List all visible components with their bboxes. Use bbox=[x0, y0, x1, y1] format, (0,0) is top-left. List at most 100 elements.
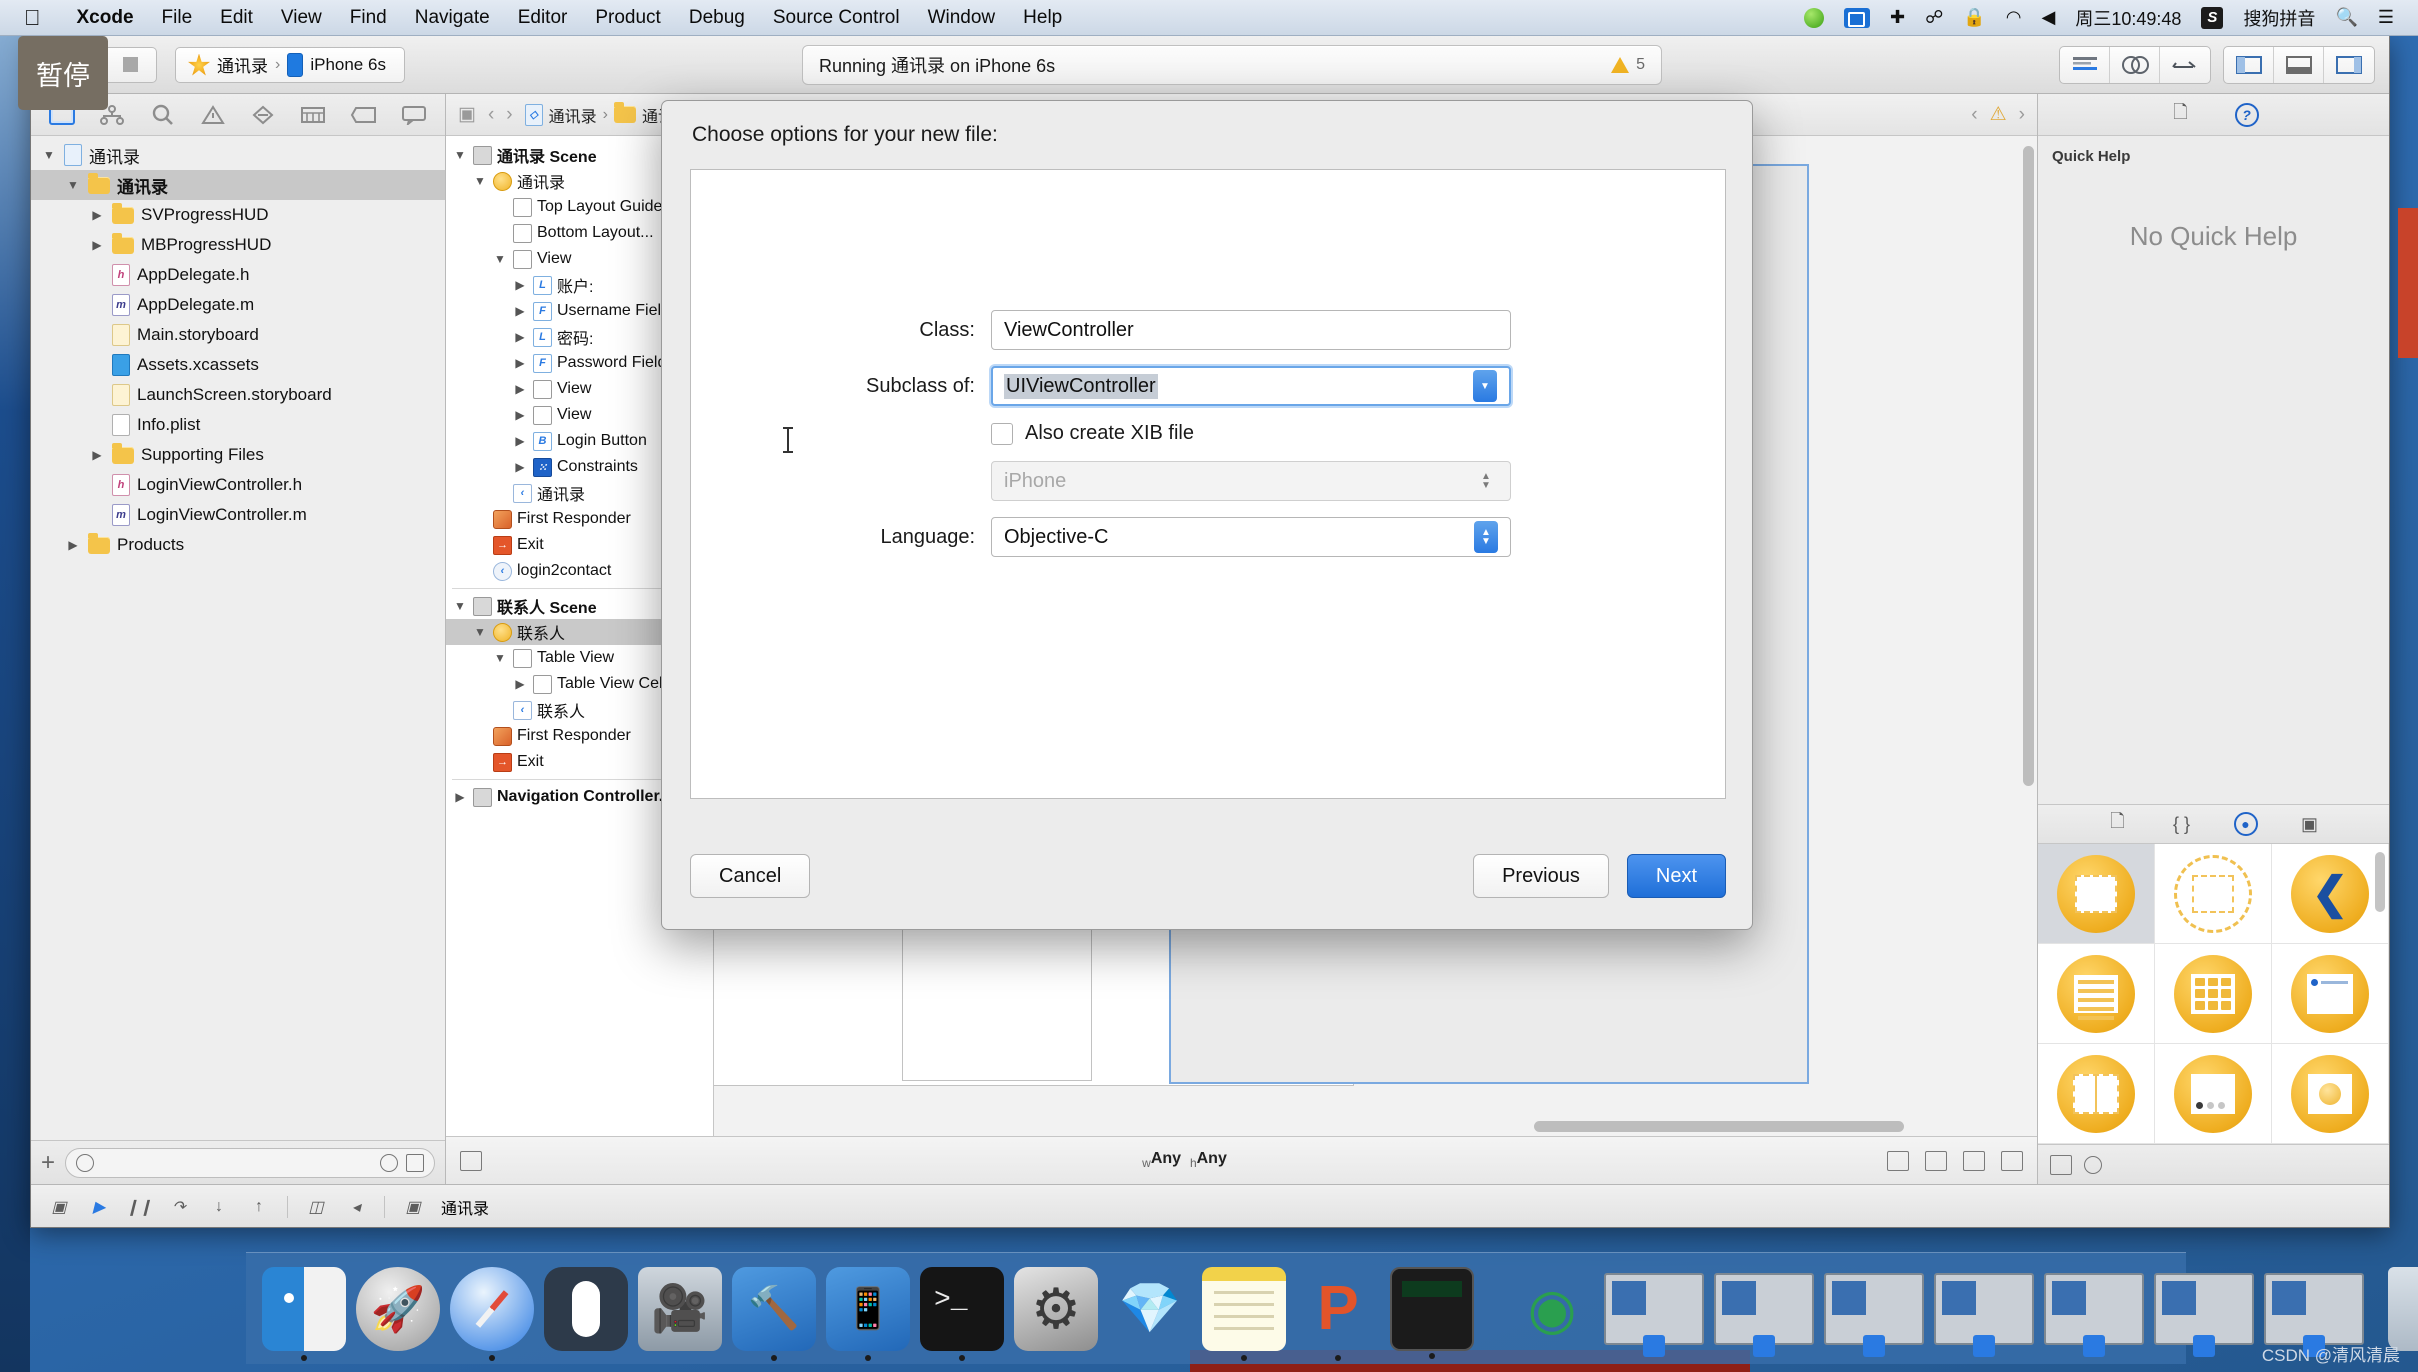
apple-logo-icon[interactable]:  bbox=[24, 6, 41, 29]
menu-bar-clock[interactable]: 周三10:49:48 bbox=[2065, 5, 2191, 31]
xcode-icon[interactable] bbox=[732, 1266, 816, 1361]
also-create-xib-label[interactable]: Also create XIB file bbox=[1025, 422, 1194, 445]
navigator-row-0[interactable]: ▼ 通讯录 bbox=[31, 140, 445, 170]
disclosure-closed-icon[interactable]: ▶ bbox=[89, 238, 105, 252]
show-debug-area-icon[interactable]: ▣ bbox=[47, 1195, 71, 1219]
disclosure-open-icon[interactable]: ▼ bbox=[452, 148, 468, 162]
warning-triangle-icon[interactable] bbox=[1611, 56, 1630, 73]
glkit-view-controller-object[interactable] bbox=[2291, 1054, 2369, 1133]
terminal-icon[interactable] bbox=[920, 1266, 1004, 1361]
input-method-label[interactable]: 搜狗拼音 bbox=[2233, 5, 2325, 31]
breakpoint-navigator-icon[interactable] bbox=[339, 94, 389, 136]
disclosure-closed-icon[interactable]: ▶ bbox=[512, 304, 528, 318]
show-utilities-icon[interactable] bbox=[2324, 47, 2374, 83]
lock-icon[interactable]: 🔒 bbox=[1953, 7, 1995, 28]
test-navigator-icon[interactable] bbox=[238, 94, 288, 136]
menu-item-source-control[interactable]: Source Control bbox=[759, 7, 914, 29]
navigator-row-7[interactable]: Assets.xcassets bbox=[31, 350, 445, 380]
library-cell-1[interactable] bbox=[2155, 844, 2272, 944]
disclosure-open-icon[interactable]: ▼ bbox=[492, 252, 508, 266]
breadcrumb-item-0[interactable]: 通讯录 bbox=[549, 103, 597, 127]
activity-status-bar[interactable]: Running 通讯录 on iPhone 6s 5 bbox=[802, 44, 1662, 85]
find-navigator-icon[interactable] bbox=[138, 94, 188, 136]
navigator-row-8[interactable]: LaunchScreen.storyboard bbox=[31, 380, 445, 410]
navigator-row-4[interactable]: h AppDelegate.h bbox=[31, 260, 445, 290]
library-cell-4[interactable] bbox=[2155, 944, 2272, 1044]
pause-icon[interactable]: ❙❙ bbox=[126, 1195, 153, 1219]
library-cell-7[interactable] bbox=[2155, 1044, 2272, 1144]
project-navigator-tree[interactable]: ▼ 通讯录 ▼ 通讯录 ▶ SVProgressHUD ▶ MBProgressHUD h App… bbox=[31, 136, 445, 1140]
class-input[interactable]: ViewController bbox=[991, 310, 1511, 350]
forward-button[interactable]: › bbox=[506, 104, 512, 126]
disclosure-closed-icon[interactable]: ▶ bbox=[512, 677, 528, 691]
minimized-window-thumb-0[interactable] bbox=[1604, 1272, 1704, 1357]
library-cell-3[interactable] bbox=[2038, 944, 2155, 1044]
standard-editor-icon[interactable] bbox=[2060, 46, 2110, 83]
also-create-xib-checkbox[interactable] bbox=[991, 422, 1013, 445]
disclosure-closed-icon[interactable]: ▶ bbox=[512, 460, 528, 474]
split-view-controller-object[interactable] bbox=[2057, 1054, 2135, 1133]
navigation-controller-object[interactable]: ❮ bbox=[2291, 854, 2369, 933]
chrome-icon[interactable] bbox=[1510, 1267, 1594, 1351]
navigator-row-13[interactable]: ▶ Products bbox=[31, 530, 445, 560]
grid-view-icon[interactable] bbox=[2050, 1154, 2072, 1175]
mouse-app-icon[interactable] bbox=[544, 1266, 628, 1351]
notification-center-icon[interactable]: ☰ bbox=[2368, 7, 2404, 28]
notes-icon[interactable] bbox=[1202, 1266, 1286, 1361]
menu-item-help[interactable]: Help bbox=[1009, 7, 1076, 29]
issue-warning-icon[interactable]: ⚠ bbox=[1990, 103, 2007, 126]
disclosure-open-icon[interactable]: ▼ bbox=[452, 599, 468, 613]
airdrop-icon[interactable]: ✚ bbox=[1880, 7, 1915, 28]
calculator-icon[interactable] bbox=[1390, 1266, 1474, 1359]
source-control-icon[interactable] bbox=[406, 1153, 424, 1172]
subclass-combo-input[interactable]: UIViewController ▼ bbox=[991, 366, 1511, 406]
finder-icon[interactable] bbox=[262, 1266, 346, 1361]
minimized-window-thumb-5[interactable] bbox=[2154, 1272, 2254, 1357]
minimized-window-thumb-2[interactable] bbox=[1824, 1272, 1924, 1357]
canvas-vertical-scrollbar[interactable] bbox=[2023, 146, 2034, 1136]
next-issue-icon[interactable]: › bbox=[2019, 104, 2025, 126]
disclosure-closed-icon[interactable]: ▶ bbox=[512, 356, 528, 370]
volume-icon[interactable]: ◀ bbox=[2032, 7, 2066, 28]
navigator-row-6[interactable]: Main.storyboard bbox=[31, 320, 445, 350]
navigator-row-1[interactable]: ▼ 通讯录 bbox=[31, 170, 445, 200]
library-cell-0[interactable] bbox=[2038, 844, 2155, 944]
screen-record-icon[interactable] bbox=[1794, 7, 1834, 28]
system-preferences-icon[interactable] bbox=[1014, 1266, 1098, 1351]
size-class-indicator[interactable]: wAny hAny bbox=[1142, 1150, 1227, 1170]
disclosure-open-icon[interactable]: ▼ bbox=[41, 148, 57, 162]
library-cell-5[interactable] bbox=[2272, 944, 2389, 1044]
language-popup-stepper-icon[interactable]: ▲ ▼ bbox=[1474, 521, 1498, 553]
cancel-button[interactable]: Cancel bbox=[690, 854, 811, 898]
navigator-row-5[interactable]: m AppDelegate.m bbox=[31, 290, 445, 320]
subclass-dropdown-button[interactable]: ▼ bbox=[1473, 370, 1497, 402]
show-debug-area-icon[interactable] bbox=[2274, 46, 2324, 83]
wifi-icon[interactable]: ◠ bbox=[1996, 7, 2032, 28]
align-icon[interactable] bbox=[1925, 1150, 1947, 1171]
canvas-horizontal-scrollbar[interactable] bbox=[1534, 1121, 1904, 1132]
scheme-selector[interactable]: 通讯录 › iPhone 6s bbox=[175, 46, 405, 83]
object-library-icon[interactable]: ● bbox=[2233, 811, 2259, 837]
menu-item-file[interactable]: File bbox=[148, 7, 207, 29]
menu-item-edit[interactable]: Edit bbox=[206, 7, 267, 29]
menu-item-xcode[interactable]: Xcode bbox=[63, 7, 148, 29]
view-hierarchy-icon[interactable]: ◫ bbox=[304, 1195, 328, 1219]
menu-item-window[interactable]: Window bbox=[914, 7, 1010, 29]
navigator-row-11[interactable]: h LoginViewController.h bbox=[31, 470, 445, 500]
quick-help-icon[interactable]: ? bbox=[2234, 102, 2260, 128]
menu-item-debug[interactable]: Debug bbox=[675, 7, 759, 29]
filter-circle-icon[interactable] bbox=[2084, 1155, 2102, 1174]
pin-icon[interactable] bbox=[1963, 1150, 1985, 1171]
disclosure-open-icon[interactable]: ▼ bbox=[472, 625, 488, 639]
simulate-location-icon[interactable]: ◂ bbox=[344, 1195, 368, 1219]
collection-view-controller-object[interactable] bbox=[2174, 954, 2252, 1033]
continue-icon[interactable]: ▶ bbox=[87, 1195, 111, 1219]
sketch-icon[interactable] bbox=[1108, 1267, 1192, 1351]
video-capture-icon[interactable] bbox=[1834, 7, 1880, 28]
menu-item-editor[interactable]: Editor bbox=[504, 7, 582, 29]
disclosure-open-icon[interactable]: ▼ bbox=[65, 178, 81, 192]
clock-icon[interactable] bbox=[380, 1153, 398, 1172]
menu-item-product[interactable]: Product bbox=[581, 7, 674, 29]
resolve-issues-icon[interactable] bbox=[2001, 1150, 2023, 1171]
debug-process-label[interactable]: 通讯录 bbox=[441, 1195, 489, 1219]
